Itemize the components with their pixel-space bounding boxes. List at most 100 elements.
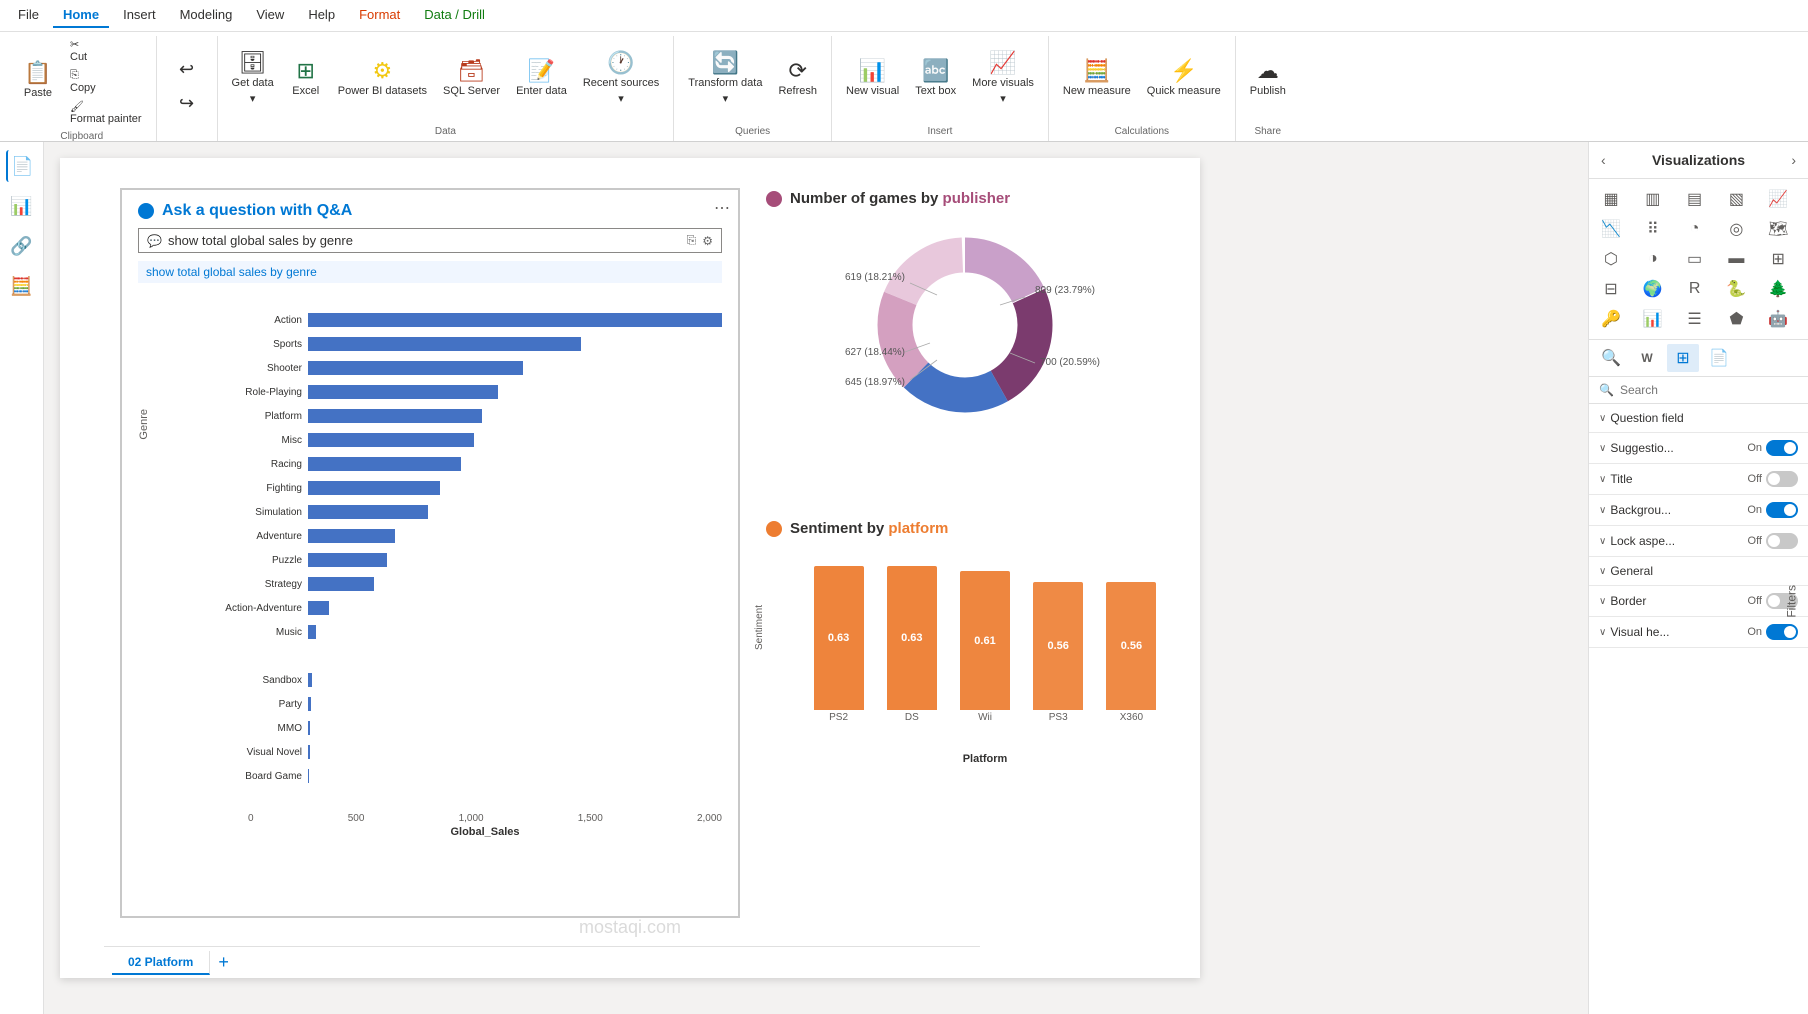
copy-button[interactable]: ⎘ Copy [64, 67, 148, 96]
undo-button[interactable]: ↩ [165, 55, 209, 85]
menu-modeling[interactable]: Modeling [170, 3, 243, 28]
line-clustered-icon[interactable]: 📈 [1762, 185, 1794, 213]
100pct-stacked-bar-icon[interactable]: ▤ [1679, 185, 1711, 213]
ai-decomp-icon[interactable]: 🤖 [1762, 305, 1794, 333]
format-painter-button[interactable]: 🖌 Format painter [64, 98, 148, 127]
funnel-icon[interactable]: ⬡ [1595, 245, 1627, 273]
suggestions-toggle[interactable]: On [1747, 440, 1798, 456]
bar-track [308, 577, 722, 591]
border-header[interactable]: ∨ Border Off [1589, 586, 1808, 616]
bar-label: Visual Novel [198, 747, 308, 758]
menu-help[interactable]: Help [298, 3, 345, 28]
python-visual-icon[interactable]: 🐍 [1720, 275, 1752, 303]
scatter-chart-icon[interactable]: ⠿ [1637, 215, 1669, 243]
cut-button[interactable]: ✂ Cut [64, 36, 148, 65]
menu-home[interactable]: Home [53, 3, 109, 28]
r-visual-icon[interactable]: R [1679, 275, 1711, 303]
new-visual-button[interactable]: 📊 New visual [840, 56, 905, 102]
excel-button[interactable]: ⊞ Excel [284, 56, 328, 102]
border-switch[interactable] [1766, 593, 1798, 609]
bar-label: Party [198, 699, 308, 710]
kpi-icon[interactable]: 📊 [1637, 305, 1669, 333]
right-panel-forward-icon[interactable]: › [1791, 152, 1796, 168]
publish-button[interactable]: ☁ Publish [1244, 56, 1292, 102]
qa-copy-icon[interactable]: ⎘ [687, 233, 697, 248]
search-visual-icon[interactable]: 🔍 [1595, 344, 1627, 372]
model-view-icon[interactable]: 🔗 [6, 230, 38, 262]
visual-header-header[interactable]: ∨ Visual he... On [1589, 617, 1808, 647]
slicer-icon[interactable]: ☰ [1679, 305, 1711, 333]
lock-aspect-toggle[interactable]: Off [1748, 533, 1798, 549]
stacked-bar-chart-icon[interactable]: ▦ [1595, 185, 1627, 213]
background-header[interactable]: ∨ Backgrou... On [1589, 495, 1808, 525]
suggestions-section: ∨ Suggestio... On [1589, 433, 1808, 464]
line-chart-icon[interactable]: ▧ [1720, 185, 1752, 213]
donut-chart-container: 619 (18.21%) 809 (23.79%) 700 (20.59%) 6… [750, 215, 1180, 435]
new-measure-button[interactable]: 🧮 New measure [1057, 56, 1137, 102]
right-panel-back-icon[interactable]: ‹ [1601, 152, 1606, 168]
get-data-button[interactable]: 🗄 Get data▾ [226, 48, 280, 110]
question-field-header[interactable]: ∨ Question field [1589, 404, 1808, 432]
title-switch[interactable] [1766, 471, 1798, 487]
area-chart-icon[interactable]: 📉 [1595, 215, 1627, 243]
menu-data-drill[interactable]: Data / Drill [414, 3, 495, 28]
gauge-icon[interactable]: ◑ [1637, 245, 1669, 273]
map-icon[interactable]: 🗺 [1762, 215, 1794, 243]
data-view-icon[interactable]: 📊 [6, 190, 38, 222]
qa-search-input[interactable] [168, 233, 681, 248]
viz-search-input[interactable] [1620, 383, 1798, 397]
clustered-bar-chart-icon[interactable]: ▥ [1637, 185, 1669, 213]
suggestions-switch[interactable] [1766, 440, 1798, 456]
quick-measure-button[interactable]: ⚡ Quick measure [1141, 56, 1227, 102]
redo-button[interactable]: ↪ [165, 89, 209, 119]
background-switch[interactable] [1766, 502, 1798, 518]
refresh-button[interactable]: ⟳ Refresh [772, 56, 823, 102]
question-field-label: Question field [1610, 411, 1683, 425]
qa-more-button[interactable]: ⋯ [714, 198, 730, 218]
text-box-button[interactable]: 🔤 Text box [909, 56, 962, 102]
qa-suggestion[interactable]: show total global sales by genre [138, 261, 722, 283]
table-icon[interactable]: ⊞ [1762, 245, 1794, 273]
power-bi-button[interactable]: ⚙ Power BI datasets [332, 56, 433, 102]
menu-view[interactable]: View [246, 3, 294, 28]
background-toggle[interactable]: On [1747, 502, 1798, 518]
visual-header-switch[interactable] [1766, 624, 1798, 640]
enter-data-button[interactable]: 📝 Enter data [510, 56, 573, 102]
menu-format[interactable]: Format [349, 3, 410, 28]
key-influencers-icon[interactable]: 🔑 [1595, 305, 1627, 333]
card-icon[interactable]: ▭ [1679, 245, 1711, 273]
smart-narrative-icon[interactable]: 📄 [1703, 344, 1735, 372]
filled-map-icon[interactable]: 🌍 [1637, 275, 1669, 303]
sql-button[interactable]: 🗃 SQL Server [437, 56, 506, 102]
recent-sources-button[interactable]: 🕐 Recent sources▾ [577, 48, 665, 110]
watermark: mostaqi.com [579, 917, 681, 938]
menu-file[interactable]: File [8, 3, 49, 28]
suggestions-header[interactable]: ∨ Suggestio... On [1589, 433, 1808, 463]
transform-button[interactable]: 🔄 Transform data▾ [682, 48, 768, 110]
shape-map-icon[interactable]: ⬟ [1720, 305, 1752, 333]
multi-row-card-icon[interactable]: ▬ [1720, 245, 1752, 273]
title-knob [1768, 473, 1780, 485]
more-visuals-button[interactable]: 📈 More visuals▾ [966, 48, 1040, 110]
visual-header-toggle[interactable]: On [1747, 624, 1798, 640]
lock-aspect-switch[interactable] [1766, 533, 1798, 549]
title-header[interactable]: ∨ Title Off [1589, 464, 1808, 494]
menu-insert[interactable]: Insert [113, 3, 166, 28]
donut-chart-icon[interactable]: ◎ [1720, 215, 1752, 243]
pie-chart-icon[interactable]: ◔ [1679, 215, 1711, 243]
page-tab-02-platform[interactable]: 02 Platform [112, 951, 210, 975]
matrix-icon[interactable]: ⊟ [1595, 275, 1627, 303]
general-header[interactable]: ∨ General [1589, 557, 1808, 585]
title-toggle[interactable]: Off [1748, 471, 1798, 487]
title-chevron: ∨ [1599, 474, 1606, 485]
dax-icon[interactable]: 🧮 [6, 270, 38, 302]
border-toggle[interactable]: Off [1748, 593, 1798, 609]
lock-aspect-header[interactable]: ∨ Lock aspe... Off [1589, 526, 1808, 556]
add-page-button[interactable]: + [218, 952, 229, 973]
report-view-icon[interactable]: 📄 [6, 150, 38, 182]
qa-settings-icon[interactable]: ⚙ [702, 234, 713, 248]
qa-visual-icon[interactable]: ⊞ [1667, 344, 1699, 372]
word-cloud-icon[interactable]: W [1631, 344, 1663, 372]
decomp-tree-icon[interactable]: 🌲 [1762, 275, 1794, 303]
paste-button[interactable]: 📋 Paste [16, 58, 60, 104]
